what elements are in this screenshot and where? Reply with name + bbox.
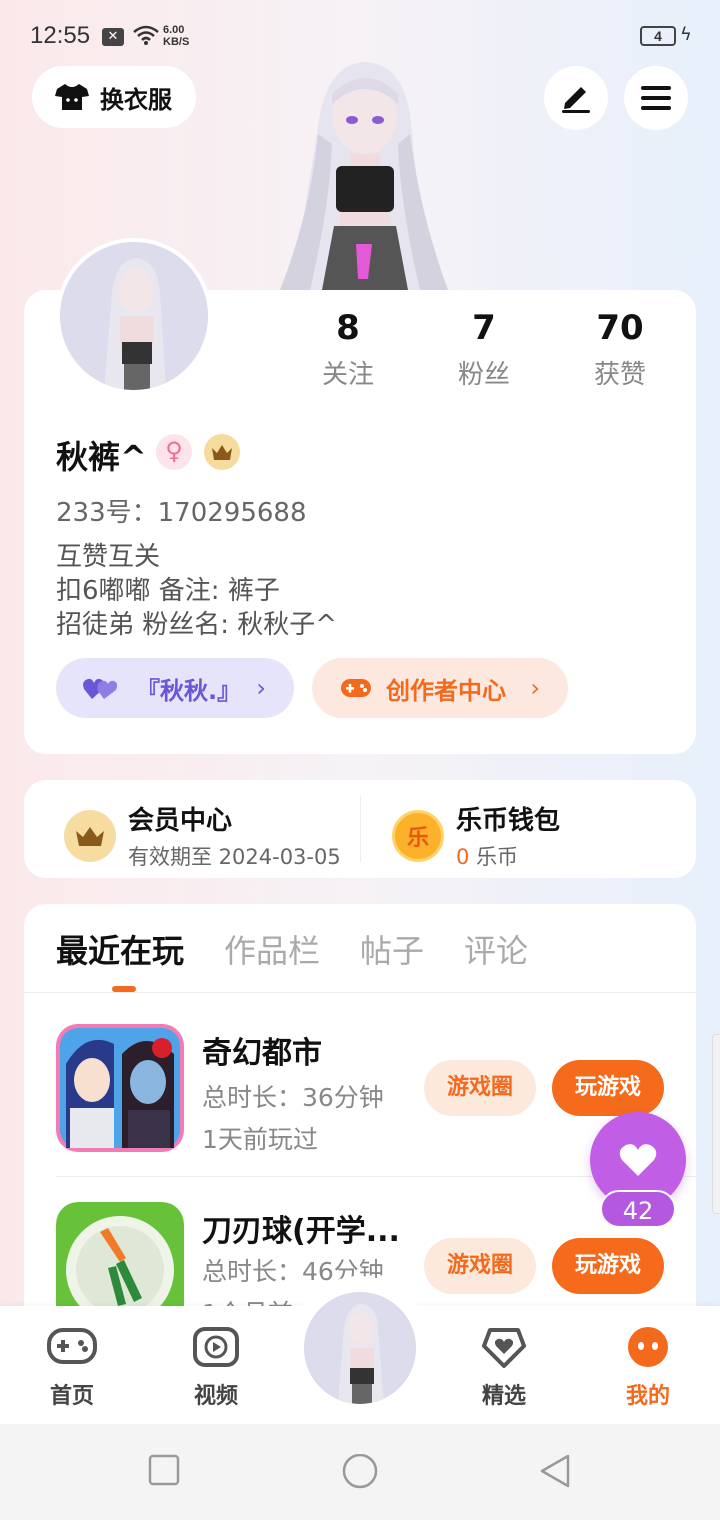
fan-group-button[interactable]: 『秋秋.』 › xyxy=(56,658,294,718)
creator-center-label: 创作者中心 xyxy=(386,676,506,705)
bio-line: 扣6嘟嘟 备注: 裤子 xyxy=(56,576,280,606)
recent-apps-button[interactable] xyxy=(148,1454,180,1488)
wallet-title: 乐币钱包 xyxy=(456,806,561,836)
game-icon xyxy=(56,1202,184,1306)
change-outfit-label: 换衣服 xyxy=(100,85,172,114)
nav-home[interactable]: 首页 xyxy=(22,1326,122,1410)
vip-center-entry[interactable]: 会员中心 有效期至 2024-03-05 xyxy=(64,800,341,871)
profile-avatar[interactable] xyxy=(56,238,212,394)
crown-icon xyxy=(64,809,116,862)
nav-featured[interactable]: 精选 xyxy=(454,1326,554,1410)
nav-video[interactable]: 视频 xyxy=(166,1326,266,1410)
pencil-icon xyxy=(562,87,590,113)
crown-badge-icon[interactable] xyxy=(204,434,240,470)
game-circle-button[interactable]: 游戏圈 xyxy=(424,1060,536,1116)
fan-group-label: 『秋秋.』 xyxy=(136,676,242,705)
game-name: 刀刃球(开学... xyxy=(202,1214,400,1249)
wifi-icon xyxy=(133,25,159,45)
game-icon xyxy=(56,1024,184,1152)
battery-icon: 4 xyxy=(640,26,676,46)
bio-line: 招徒弟 粉丝名: 秋秋子^ xyxy=(56,610,338,640)
tab-recent[interactable]: 最近在玩 xyxy=(56,926,184,972)
net-speed: 6.00 KB/S xyxy=(163,24,190,48)
change-outfit-button[interactable]: 换衣服 xyxy=(32,66,196,128)
heart-icon xyxy=(619,1144,657,1176)
divider xyxy=(24,992,696,993)
stat-likes[interactable]: 70 获赞 xyxy=(570,308,670,391)
tab-posts[interactable]: 帖子 xyxy=(360,926,424,972)
avatar-image xyxy=(60,242,208,390)
user-id: 233号：170295688 xyxy=(56,498,307,528)
chevron-right-icon: › xyxy=(256,674,266,702)
gamepad-icon xyxy=(47,1328,97,1364)
home-button[interactable] xyxy=(341,1454,379,1492)
vip-expiry: 有效期至 2024-03-05 xyxy=(128,845,341,869)
menu-icon xyxy=(641,86,671,110)
tshirt-icon xyxy=(55,84,89,110)
face-icon xyxy=(628,1327,668,1367)
game-name: 奇幻都市 xyxy=(202,1036,322,1071)
notification-icon: ✕ xyxy=(102,28,124,46)
wallet-entry[interactable]: 乐 乐币钱包 0 乐币 xyxy=(392,800,560,871)
gamepad-icon xyxy=(341,679,371,697)
side-drawer-handle[interactable] xyxy=(712,1034,720,1214)
bio: 互赞互关 扣6嘟嘟 备注: 裤子 招徒弟 粉丝名: 秋秋子^ xyxy=(56,540,337,642)
female-icon: ♀ xyxy=(156,434,192,470)
wallet-balance: 0 乐币 xyxy=(456,845,519,869)
profile-tabs: 最近在玩 作品栏 帖子 评论 xyxy=(56,926,568,972)
tab-comments[interactable]: 评论 xyxy=(464,926,528,972)
coin-icon: 乐 xyxy=(392,809,444,862)
bio-line: 互赞互关 xyxy=(56,542,161,572)
nav-me[interactable]: 我的 xyxy=(598,1326,698,1410)
stat-fans[interactable]: 7 粉丝 xyxy=(434,308,534,391)
divider xyxy=(360,796,361,862)
vip-title: 会员中心 xyxy=(128,806,233,836)
like-count: 42 xyxy=(600,1190,676,1228)
game-duration: 总时长：36分钟 xyxy=(202,1083,384,1112)
status-time: 12:55 xyxy=(30,22,91,49)
play-icon xyxy=(193,1327,239,1367)
menu-button[interactable] xyxy=(624,66,688,130)
play-game-button[interactable]: 玩游戏 xyxy=(552,1060,664,1116)
creator-center-button[interactable]: 创作者中心 › xyxy=(312,658,568,718)
charging-icon: ϟ xyxy=(680,24,692,45)
list-item[interactable]: 奇幻都市 总时长：36分钟 1天前玩过 游戏圈 玩游戏 xyxy=(56,1024,676,1174)
stat-following[interactable]: 8 关注 xyxy=(298,308,398,391)
play-game-button[interactable]: 玩游戏 xyxy=(552,1238,664,1294)
game-last-played: 1天前玩过 xyxy=(202,1125,318,1154)
tab-works[interactable]: 作品栏 xyxy=(224,926,320,972)
avatar-3d-figure[interactable] xyxy=(260,54,460,290)
username: 秋裤^ xyxy=(56,438,147,476)
game-last-played: 1个月前 xyxy=(202,1294,293,1306)
double-heart-icon xyxy=(83,678,118,699)
chevron-right-icon: › xyxy=(530,674,540,702)
game-circle-button[interactable]: 游戏圈 xyxy=(424,1238,536,1294)
nav-avatar-button[interactable] xyxy=(304,1292,416,1404)
back-button[interactable] xyxy=(538,1454,572,1492)
edit-profile-button[interactable] xyxy=(544,66,608,130)
heart-badge-icon xyxy=(482,1328,526,1368)
